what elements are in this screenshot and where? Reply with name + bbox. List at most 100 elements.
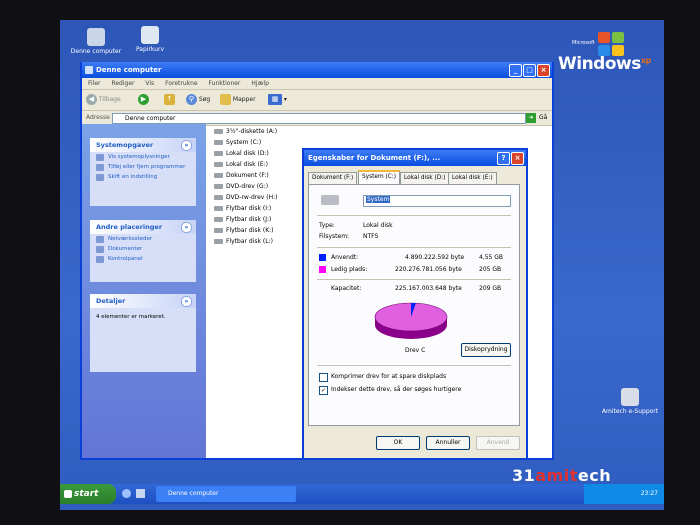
drive-item[interactable]: Dokument (F:) <box>214 170 277 181</box>
drive-label: Lokal disk (E:) <box>226 161 269 168</box>
task-link-label: Vis systemoplysninger <box>108 154 170 160</box>
place-link[interactable]: Dokumenter <box>90 244 196 254</box>
drive-icon <box>214 206 223 211</box>
recycle-bin-icon <box>141 26 159 44</box>
dialog-title-bar[interactable]: Egenskaber for Dokument (F:), ... ? × <box>304 150 526 166</box>
compress-checkbox[interactable] <box>319 373 328 382</box>
desktop-icon-recycle-bin[interactable]: Papirkurv <box>120 26 180 53</box>
drive-item[interactable]: Flytbar disk (J:) <box>214 214 277 225</box>
drive-item[interactable]: Flytbar disk (I:) <box>214 203 277 214</box>
drive-item[interactable]: DVD-rw-drev (H:) <box>214 192 277 203</box>
ok-button[interactable]: OK <box>376 436 420 450</box>
go-arrow-icon[interactable]: ➜ <box>526 113 536 123</box>
monitor-bezel: Denne computer Papirkurv Amitech e-Suppo… <box>0 0 700 525</box>
drive-caption: Drev C <box>405 347 426 354</box>
search-icon: ⚲ <box>186 94 197 105</box>
collapse-chevron-icon[interactable]: » <box>181 140 192 151</box>
menu-favorites[interactable]: Foretrukne <box>165 80 198 87</box>
drive-icon <box>214 239 223 244</box>
minimize-button[interactable]: _ <box>509 64 522 77</box>
search-button[interactable]: ⚲ Søg <box>186 94 210 106</box>
help-button[interactable]: ? <box>497 152 510 165</box>
capacity-gb: 209 GB <box>479 285 502 292</box>
task-link[interactable]: Tilføj eller fjern programmer <box>90 162 196 172</box>
views-icon: ▦ <box>268 94 282 105</box>
taskbar-button-explorer[interactable]: Denne computer <box>156 486 296 502</box>
details-text: 4 elementer er markeret. <box>96 314 166 320</box>
menu-edit[interactable]: Rediger <box>111 80 134 87</box>
drive-label: 3½"-diskette (A:) <box>226 128 278 135</box>
dvd-drive-icon <box>214 195 223 200</box>
settings-icon <box>96 174 104 181</box>
folders-button[interactable]: Mapper <box>220 94 256 106</box>
views-button[interactable]: ▦ ▾ <box>268 94 287 106</box>
task-link[interactable]: Vis systemoplysninger <box>90 152 196 162</box>
collapse-chevron-icon[interactable]: » <box>181 296 192 307</box>
task-link[interactable]: Skift en indstilling <box>90 172 196 182</box>
up-folder-button[interactable]: ↑ <box>164 94 175 106</box>
quicklaunch-ie-icon[interactable] <box>122 489 131 498</box>
cancel-button[interactable]: Annuller <box>426 436 470 450</box>
desktop-icon-amitech[interactable]: Amitech e-Support <box>600 388 660 415</box>
tab-document-f[interactable]: Dokument (F:) <box>308 172 358 184</box>
filesystem-label: Filsystem: <box>319 233 350 240</box>
drive-label: Flytbar disk (I:) <box>226 205 272 212</box>
forward-button[interactable]: ▶ <box>138 94 149 106</box>
address-value: Denne computer <box>125 115 176 122</box>
used-label: Anvendt: <box>331 254 359 261</box>
explorer-title-bar[interactable]: Denne computer _ □ × <box>82 62 552 78</box>
system-info-icon <box>96 154 104 161</box>
place-link-label: Dokumenter <box>108 246 143 252</box>
address-input[interactable]: Denne computer <box>112 113 526 124</box>
close-button[interactable]: × <box>537 64 550 77</box>
index-checkbox[interactable]: ✓ <box>319 386 328 395</box>
dialog-title: Egenskaber for Dokument (F:), ... <box>308 154 441 162</box>
place-link-label: Netværkssteder <box>108 236 153 242</box>
menu-tools[interactable]: Funktioner <box>209 80 241 87</box>
quicklaunch-desktop-icon[interactable] <box>136 489 145 498</box>
drive-item[interactable]: Flytbar disk (K:) <box>214 225 277 236</box>
drive-label: Dokument (F:) <box>226 172 269 179</box>
panel-details: Detaljer » 4 elementer er markeret. <box>90 294 196 372</box>
panel-header[interactable]: Andre placeringer » <box>90 220 196 234</box>
panel-other-places: Andre placeringer » Netværkssteder Dokume… <box>90 220 196 282</box>
drive-item[interactable]: Lokal disk (E:) <box>214 159 277 170</box>
menu-view[interactable]: Vis <box>145 80 154 87</box>
drive-label: DVD-drev (G:) <box>226 183 269 190</box>
tab-local-disk-e[interactable]: Lokal disk (E:) <box>448 172 497 184</box>
back-button[interactable]: ◀ Tilbage <box>86 94 121 106</box>
divider <box>317 215 511 216</box>
drive-item[interactable]: 3½"-diskette (A:) <box>214 126 277 137</box>
drive-label: Flytbar disk (J:) <box>226 216 272 223</box>
collapse-chevron-icon[interactable]: » <box>181 222 192 233</box>
go-button[interactable]: Gå <box>539 111 547 125</box>
menu-help[interactable]: Hjælp <box>251 80 269 87</box>
panel-title: Systemopgaver <box>96 141 154 149</box>
windows-flag-icon <box>64 490 72 498</box>
drive-item[interactable]: Flytbar disk (L:) <box>214 236 277 247</box>
start-button[interactable]: start <box>60 484 116 504</box>
free-color-swatch <box>319 266 326 273</box>
tab-local-disk-d[interactable]: Lokal disk (D:) <box>400 172 450 184</box>
panel-header[interactable]: Detaljer » <box>90 294 196 308</box>
desktop-icon-my-computer[interactable]: Denne computer <box>66 28 126 55</box>
disk-cleanup-button[interactable]: Diskoprydning <box>461 343 511 357</box>
filesystem-value: NTFS <box>363 233 379 240</box>
apply-button[interactable]: Anvend <box>476 436 520 450</box>
drive-item[interactable]: System (C:) <box>214 137 277 148</box>
drive-label: DVD-rw-drev (H:) <box>226 194 278 201</box>
place-link[interactable]: Kontrolpanel <box>90 254 196 264</box>
maximize-button[interactable]: □ <box>523 64 536 77</box>
close-button[interactable]: × <box>511 152 524 165</box>
tab-system-c[interactable]: System (C:) <box>358 170 400 185</box>
menu-file[interactable]: Filer <box>88 80 101 87</box>
drive-item[interactable]: Lokal disk (D:) <box>214 148 277 159</box>
panel-header[interactable]: Systemopgaver » <box>90 138 196 152</box>
free-label: Ledig plads: <box>331 266 368 273</box>
place-link[interactable]: Netværkssteder <box>90 234 196 244</box>
drive-icon <box>214 173 223 178</box>
clock[interactable]: 23:27 <box>641 490 658 497</box>
watermark-part: it <box>563 466 578 485</box>
drive-item[interactable]: DVD-drev (G:) <box>214 181 277 192</box>
drive-name-input[interactable]: System <box>363 195 511 207</box>
